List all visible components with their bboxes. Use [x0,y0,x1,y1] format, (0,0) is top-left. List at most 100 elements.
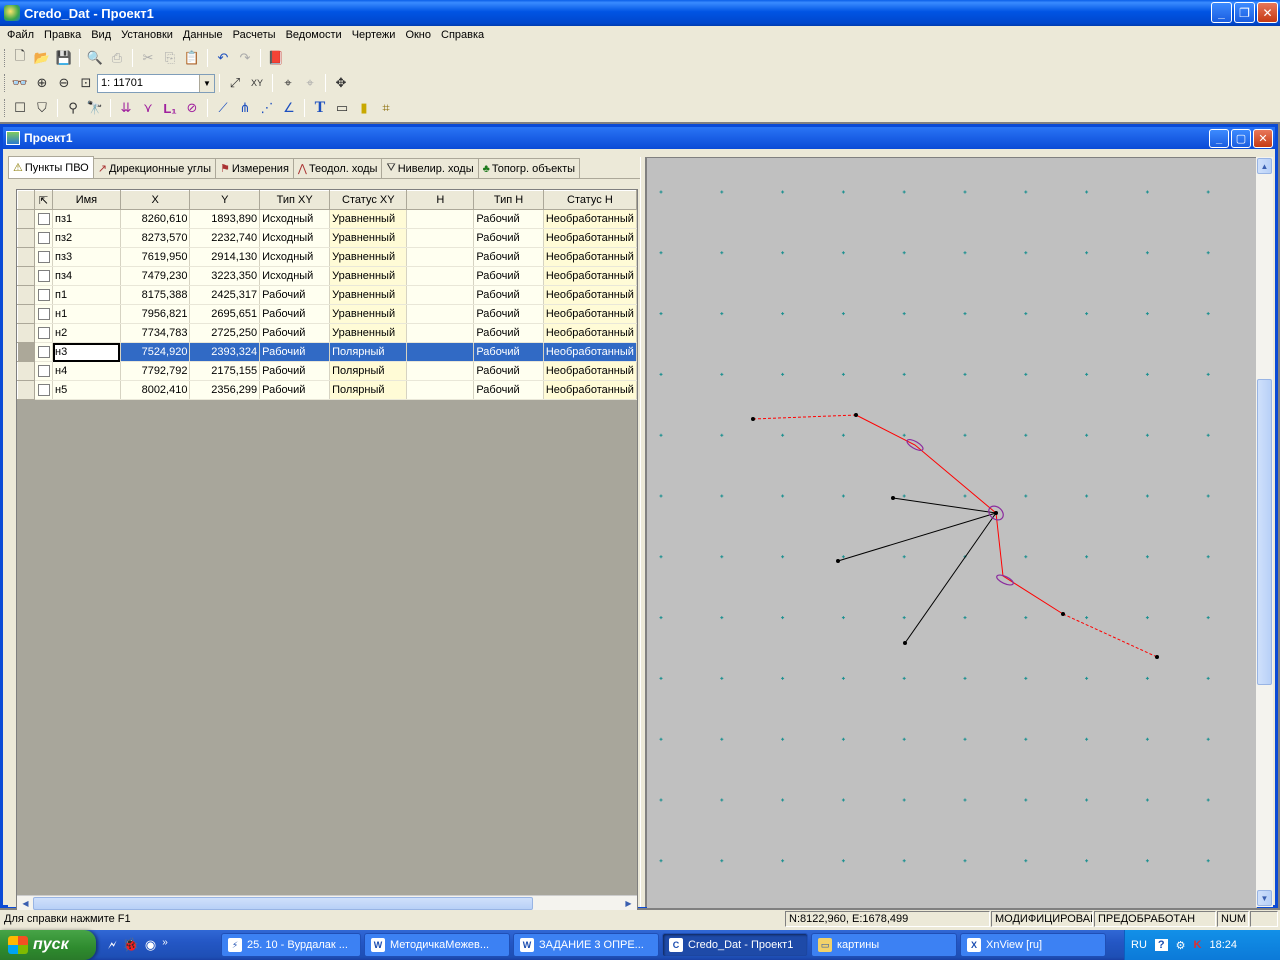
task-button-zadanie[interactable]: W ЗАДАНИЕ 3 ОПРЕ... [513,933,659,957]
cell-x[interactable]: 7956,821 [120,304,191,324]
cell-x[interactable]: 8175,388 [120,285,191,305]
table-row[interactable]: н1 7956,821 2695,651 Рабочий Уравненный Рабоч… [16,304,638,324]
cell-name[interactable]: п1 [52,285,121,305]
column-header-status-xy[interactable]: Статус XY [329,190,408,210]
zoom-extents-icon[interactable]: ⤢ [224,72,246,94]
cell-type-h[interactable]: Рабочий [473,209,544,229]
checkbox[interactable] [37,327,50,340]
column-header-x[interactable]: X [119,190,191,210]
cell-h[interactable] [406,266,475,286]
traverse-icon[interactable]: ⋎ [137,97,159,119]
row-checkbox[interactable] [34,228,54,248]
cell-name[interactable]: пз4 [52,266,121,286]
tab-measurements[interactable]: ⚑ Измерения [214,158,294,178]
scroll-thumb[interactable] [33,896,533,910]
redo-icon[interactable]: ↷ [234,47,256,69]
checkbox[interactable] [37,384,50,397]
cell-type-xy[interactable]: Рабочий [259,380,331,400]
child-close-button[interactable]: ✕ [1253,129,1273,148]
menu-file[interactable]: Файл [2,29,39,41]
ellipse-icon[interactable]: ⊘ [181,97,203,119]
select-disabled-icon[interactable]: ⌖ [299,72,321,94]
checkbox[interactable] [37,365,50,378]
row-checkbox[interactable] [34,209,54,229]
row-header[interactable] [16,342,36,362]
toolbar-grip[interactable] [4,99,7,117]
menu-settings[interactable]: Установки [116,29,178,41]
cell-type-h[interactable]: Рабочий [473,342,544,362]
child-minimize-button[interactable]: _ [1209,129,1229,148]
cell-h[interactable] [406,228,475,248]
antivirus-icon[interactable]: K [1194,939,1202,951]
row-header[interactable] [16,304,36,324]
table-row[interactable]: н5 8002,410 2356,299 Рабочий Полярный Рабочий… [16,380,638,400]
undo-icon[interactable]: ↶ [212,47,234,69]
column-header-y[interactable]: Y [189,190,261,210]
open-folder-icon[interactable]: 📂 [31,47,53,69]
cursor-column-header[interactable]: ⇱ [34,190,54,210]
menu-edit[interactable]: Правка [39,29,86,41]
cell-status-h[interactable]: Необработанный [543,228,638,248]
polygon-select-icon[interactable]: ⛉ [31,97,53,119]
cell-status-h[interactable]: Необработанный [543,380,638,400]
cell-x[interactable]: 8002,410 [120,380,191,400]
cell-x[interactable]: 7734,783 [120,323,191,343]
rectangle-select-icon[interactable]: ☐ [9,97,31,119]
row-header[interactable] [16,228,36,248]
table-row[interactable]: пз1 8260,610 1893,890 Исходный Уравненный Раб… [16,209,638,229]
plan-view-canvas[interactable] [646,157,1257,908]
find-icon[interactable]: 🔭 [84,97,106,119]
help-icon[interactable]: ? [1154,939,1168,951]
cell-x[interactable]: 7619,950 [120,247,191,267]
cell-y[interactable]: 2695,651 [189,304,261,324]
point-create-icon[interactable]: ⚲ [62,97,84,119]
cell-h[interactable] [406,323,475,343]
crop-icon[interactable]: ⌗ [375,97,397,119]
cell-type-xy[interactable]: Исходный [259,228,331,248]
menu-help[interactable]: Справка [436,29,489,41]
menu-view[interactable]: Вид [86,29,116,41]
cell-type-h[interactable]: Рабочий [473,361,544,381]
cell-type-h[interactable]: Рабочий [473,285,544,305]
column-header-status-h[interactable]: Статус H [542,190,638,210]
quick-launch-bug-icon[interactable]: 🐞 [123,937,139,953]
cell-type-xy[interactable]: Исходный [259,209,331,229]
cell-x[interactable]: 7792,792 [120,361,191,381]
row-checkbox[interactable] [34,266,54,286]
cell-y[interactable]: 2914,130 [189,247,261,267]
line-l1-icon[interactable]: L₁ [159,97,181,119]
book-icon[interactable]: 📕 [265,47,287,69]
cell-h[interactable] [406,380,475,400]
cell-status-h[interactable]: Необработанный [543,266,638,286]
row-checkbox[interactable] [34,342,54,362]
quick-launch-more-icon[interactable]: » [162,937,168,953]
cell-h[interactable] [406,361,475,381]
network-icon[interactable]: ⚙ [1176,939,1186,952]
cell-type-h[interactable]: Рабочий [473,304,544,324]
quick-launch-opera-icon[interactable]: ◉ [145,937,156,953]
menu-calculations[interactable]: Расчеты [228,29,281,41]
start-button[interactable]: пуск [0,930,96,960]
cell-y[interactable]: 2393,324 [189,342,261,362]
cell-h[interactable] [406,285,475,305]
cell-type-xy[interactable]: Рабочий [259,323,331,343]
zoom-window-icon[interactable]: ⊡ [75,72,97,94]
menu-window[interactable]: Окно [400,29,436,41]
cell-status-xy[interactable]: Полярный [329,361,408,381]
close-button[interactable]: ✕ [1257,2,1278,23]
frame-icon[interactable]: ▭ [331,97,353,119]
column-header-name[interactable]: Имя [52,190,121,210]
cell-name[interactable]: пз3 [52,247,121,267]
checkbox[interactable] [37,289,50,302]
cell-y[interactable]: 2175,155 [189,361,261,381]
row-checkbox[interactable] [34,304,54,324]
row-header[interactable] [16,323,36,343]
cell-y[interactable]: 2725,250 [189,323,261,343]
toolbar-grip[interactable] [4,49,7,67]
cell-type-h[interactable]: Рабочий [473,380,544,400]
row-header[interactable] [16,380,36,400]
cell-h[interactable] [406,304,475,324]
cell-status-h[interactable]: Необработанный [543,247,638,267]
cell-type-h[interactable]: Рабочий [473,247,544,267]
cell-h[interactable] [406,247,475,267]
